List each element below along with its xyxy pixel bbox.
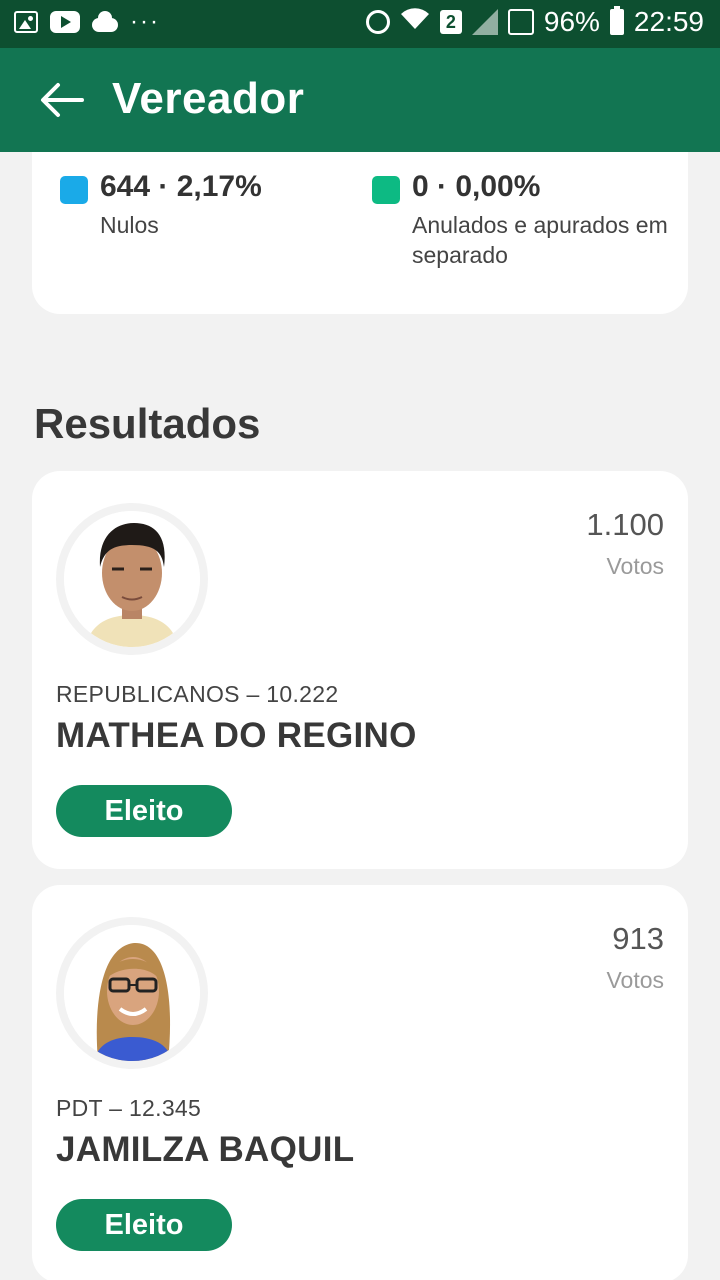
section-title-results: Resultados (34, 400, 261, 447)
votes-label: Votos (606, 967, 664, 993)
alarm-icon (365, 10, 390, 34)
legend-label: Anulados e apurados em separado (412, 212, 668, 268)
signal-2-icon (507, 9, 534, 35)
back-arrow-icon[interactable] (40, 80, 84, 120)
candidate-avatar (56, 917, 208, 1069)
candidate-name: JAMILZA BAQUIL (56, 1130, 355, 1169)
legend-swatch (60, 176, 88, 204)
legend-swatch (372, 176, 400, 204)
youtube-icon (50, 11, 80, 33)
app-bar: Vereador (0, 48, 720, 152)
status-bar-right: 2 96% 22:59 (365, 6, 704, 38)
sim-slot-icon: 2 (439, 10, 462, 34)
male-portrait-icon (64, 511, 200, 647)
candidate-avatar (56, 503, 208, 655)
votes-count: 913 (612, 921, 664, 956)
gallery-icon (14, 11, 38, 33)
status-bar-left: ··· (14, 10, 160, 34)
legend-value: 0 · 0,00% (412, 170, 541, 203)
battery-icon (609, 6, 624, 35)
signal-icon (471, 9, 498, 35)
battery-percent: 96% (543, 6, 600, 37)
more-notifications-icon: ··· (130, 8, 160, 35)
page-title: Vereador (112, 74, 305, 123)
status-bar: ··· 2 96% 22:59 (0, 0, 720, 48)
candidate-name: MATHEA DO REGINO (56, 716, 417, 755)
candidate-card[interactable]: 1.100 Votos REPUBLICANOS – 10.222 MATHEA… (32, 471, 688, 869)
cloud-icon (92, 11, 118, 32)
candidate-party-number: PDT – 12.345 (56, 1095, 202, 1121)
legend-value: 644 · 2,17% (100, 170, 262, 203)
votes-block: 1.100 Votos (586, 507, 664, 580)
status-badge: Eleito (56, 1199, 232, 1251)
clock: 22:59 (633, 6, 704, 37)
votes-label: Votos (606, 553, 664, 579)
candidate-card[interactable]: 913 Votos PDT – 12.345 JAMILZA BAQUIL El… (32, 885, 688, 1280)
votes-count: 1.100 (586, 507, 664, 542)
female-portrait-icon (64, 925, 200, 1061)
candidate-party-number: REPUBLICANOS – 10.222 (56, 681, 339, 707)
legend-label: Nulos (100, 212, 159, 238)
votes-block: 913 Votos (606, 921, 664, 994)
wifi-icon (400, 7, 430, 37)
status-badge: Eleito (56, 785, 232, 837)
